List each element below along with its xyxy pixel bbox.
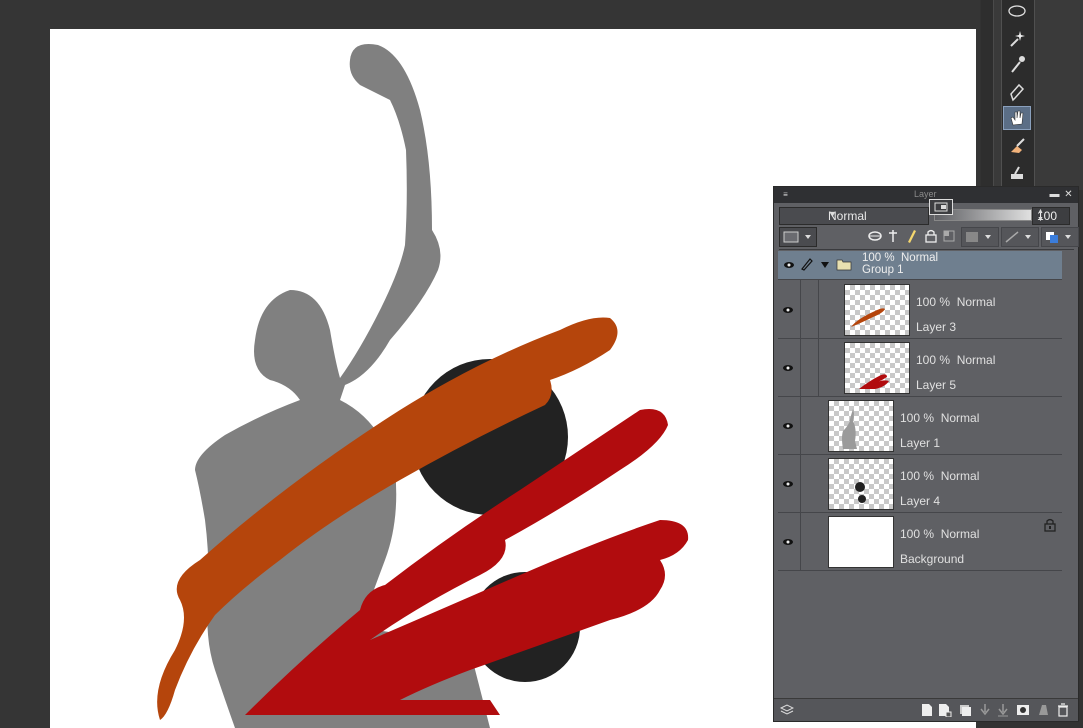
- eye-icon[interactable]: [782, 536, 794, 550]
- layer-panel-titlebar[interactable]: Layer ≡ ▬ ✕: [774, 187, 1078, 203]
- layer-name: Group 1: [862, 264, 904, 276]
- layer-panel-title: Layer: [914, 189, 937, 199]
- layer-lock-icon[interactable]: [1044, 518, 1056, 535]
- transfer-down-icon[interactable]: [978, 703, 992, 717]
- lasso-icon[interactable]: [1003, 0, 1031, 24]
- tool-palette-scrollbar[interactable]: [981, 0, 994, 190]
- color-swatch-dropdown[interactable]: [779, 227, 817, 247]
- layer-panel: Layer ≡ ▬ ✕ Normal ▼ 100 ▲ ▼ 100 % Norma…: [773, 186, 1079, 722]
- eye-icon[interactable]: [782, 478, 794, 492]
- layer-opacity-mode: 100 % Normal: [900, 411, 980, 425]
- reference-layer-icon[interactable]: [885, 227, 901, 245]
- new-layer-folder-icon[interactable]: [958, 703, 972, 717]
- opacity-input[interactable]: 100 ▲ ▼: [1032, 207, 1070, 225]
- layer-opacity-mode: 100 % Normal: [862, 252, 939, 264]
- layer-mask-icon[interactable]: [1016, 703, 1030, 717]
- mask-enable-dropdown[interactable]: [961, 227, 999, 247]
- minimize-icon[interactable]: ▬: [1049, 189, 1060, 200]
- layer-row-layer-5[interactable]: 100 % Normal Layer 5: [778, 338, 1062, 397]
- opacity-stepper[interactable]: ▲ ▼: [1037, 208, 1067, 224]
- pen-icon[interactable]: [1003, 80, 1031, 104]
- eye-icon[interactable]: [783, 259, 795, 273]
- toolbar-divider: [779, 249, 1074, 250]
- lock-icon[interactable]: [923, 227, 939, 245]
- layer-row-layer-1[interactable]: 100 % Normal Layer 1: [778, 396, 1062, 455]
- magic-wand-icon[interactable]: [1003, 26, 1031, 50]
- chevron-down-icon: ▼: [828, 209, 837, 219]
- stamp-icon[interactable]: [1003, 160, 1031, 184]
- hand-icon[interactable]: [1003, 106, 1031, 130]
- layer-row-background[interactable]: 100 % Normal Background: [778, 512, 1062, 571]
- layer-row-group-1[interactable]: 100 % Normal Group 1: [778, 251, 1062, 280]
- layer-thumbnail: [844, 342, 910, 394]
- eye-icon[interactable]: [782, 304, 794, 318]
- layer-name: Background: [900, 552, 965, 566]
- panel-menu-icon[interactable]: ≡: [780, 189, 791, 200]
- layer-options-toolbar: [779, 227, 1079, 247]
- ruler-range-dropdown[interactable]: [1001, 227, 1039, 247]
- expand-triangle-icon[interactable]: [820, 259, 830, 273]
- layer-color-dropdown[interactable]: [1041, 227, 1079, 247]
- eye-icon[interactable]: [782, 420, 794, 434]
- layer-opacity-mode: 100 % Normal: [916, 295, 996, 309]
- layer-opacity-mode: 100 % Normal: [900, 469, 980, 483]
- eraser-icon[interactable]: [1003, 134, 1031, 158]
- layer-name: Layer 4: [900, 494, 941, 508]
- tool-palette: [981, 0, 1083, 190]
- layer-list-scrollbar[interactable]: [1066, 251, 1076, 691]
- layer-opacity-mode: 100 % Normal: [900, 527, 980, 541]
- layer-thumbnail: [828, 516, 894, 568]
- lock-transparency-icon[interactable]: [941, 227, 957, 245]
- merge-down-icon[interactable]: [996, 703, 1010, 717]
- apply-mask-icon[interactable]: [1036, 703, 1050, 717]
- layer-thumbnail: [828, 400, 894, 452]
- eye-icon[interactable]: [782, 362, 794, 376]
- trash-icon[interactable]: [1056, 703, 1070, 717]
- layer-stack-icon[interactable]: [780, 703, 794, 717]
- pen-edit-icon: [800, 257, 814, 274]
- folder-icon: [836, 257, 852, 274]
- layer-row-layer-4[interactable]: 100 % Normal Layer 4: [778, 454, 1062, 513]
- eyedropper-icon[interactable]: [1003, 52, 1031, 76]
- close-icon[interactable]: ✕: [1063, 189, 1074, 200]
- layer-property-icon[interactable]: [929, 199, 953, 215]
- layer-thumbnail: [844, 284, 910, 336]
- layer-name: Layer 5: [916, 378, 957, 392]
- clipping-icon[interactable]: [867, 227, 883, 245]
- blend-mode-select[interactable]: Normal ▼: [779, 207, 929, 225]
- draft-layer-icon[interactable]: [903, 227, 919, 245]
- new-raster-layer-icon[interactable]: [920, 703, 934, 717]
- layer-name: Layer 1: [900, 436, 941, 450]
- layer-panel-bottom-toolbar: [774, 698, 1078, 721]
- new-vector-layer-icon[interactable]: [938, 703, 952, 717]
- layer-thumbnail: [828, 458, 894, 510]
- layer-row-layer-3[interactable]: 100 % Normal Layer 3: [778, 280, 1062, 339]
- layer-name: Layer 3: [916, 320, 957, 334]
- layer-opacity-mode: 100 % Normal: [916, 353, 996, 367]
